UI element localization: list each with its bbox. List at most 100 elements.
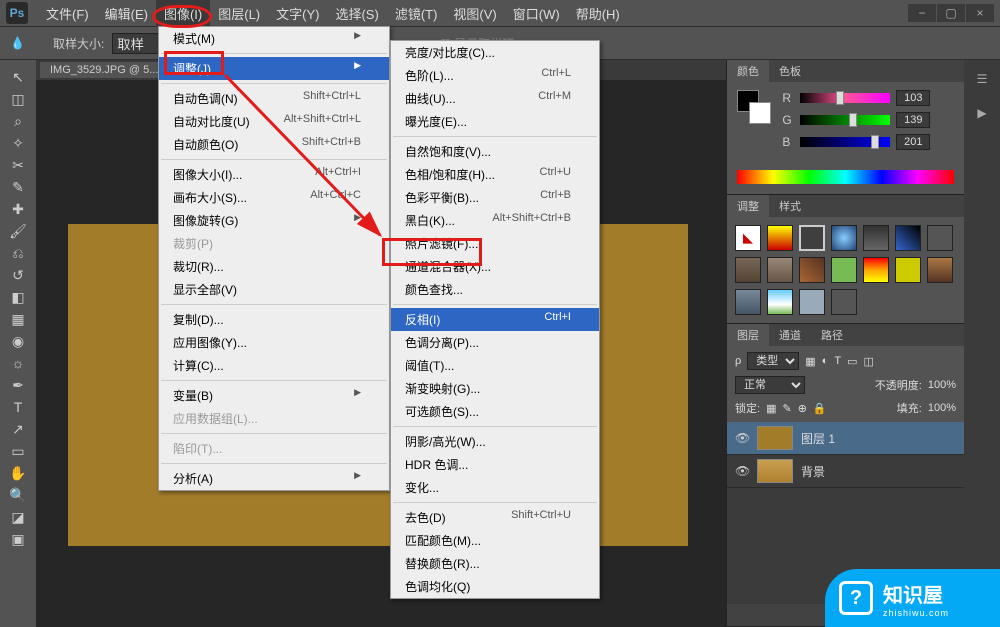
menu-7[interactable]: 视图(V) — [445, 0, 504, 27]
eraser-tool[interactable]: ◧ — [4, 286, 32, 308]
adj-icon[interactable] — [767, 257, 793, 283]
move-tool[interactable]: ↖ — [4, 66, 32, 88]
channel-value[interactable]: 201 — [896, 134, 930, 150]
document-tab[interactable]: IMG_3529.JPG @ 5... — [40, 62, 168, 78]
menu-item[interactable]: 阈值(T)... — [391, 354, 599, 377]
layer-row[interactable]: 👁 背景 — [727, 455, 964, 488]
adj-icon[interactable] — [799, 289, 825, 315]
menu-item[interactable]: 复制(D)... — [159, 308, 389, 331]
menu-item[interactable]: 自动对比度(U)Alt+Shift+Ctrl+L — [159, 110, 389, 133]
menu-item[interactable]: 计算(C)... — [159, 354, 389, 377]
color-swatch-tool[interactable]: ◪ — [4, 506, 32, 528]
menu-item[interactable]: 替换颜色(R)... — [391, 552, 599, 575]
zoom-tool[interactable]: 🔍 — [4, 484, 32, 506]
menu-item[interactable]: 阴影/高光(W)... — [391, 430, 599, 453]
shape-tool[interactable]: ▭ — [4, 440, 32, 462]
tab-layers[interactable]: 图层 — [727, 324, 769, 346]
menu-item[interactable]: 调整(J) — [159, 57, 389, 80]
menu-item[interactable]: 曝光度(E)... — [391, 110, 599, 133]
tab-adjustments[interactable]: 调整 — [727, 195, 769, 217]
adj-icon[interactable] — [831, 257, 857, 283]
visibility-icon[interactable]: 👁 — [735, 431, 749, 445]
menu-item[interactable]: 匹配颜色(M)... — [391, 529, 599, 552]
color-swatches[interactable] — [737, 90, 771, 124]
menu-item[interactable]: 亮度/对比度(C)... — [391, 41, 599, 64]
adj-icon[interactable] — [895, 225, 921, 251]
menu-9[interactable]: 帮助(H) — [568, 0, 628, 27]
menu-2[interactable]: 图像(I) — [156, 0, 210, 27]
menu-0[interactable]: 文件(F) — [38, 0, 97, 27]
adj-icon[interactable] — [735, 257, 761, 283]
menu-5[interactable]: 选择(S) — [327, 0, 386, 27]
menu-item[interactable]: 渐变映射(G)... — [391, 377, 599, 400]
adj-icon[interactable] — [799, 257, 825, 283]
pen-tool[interactable]: ✒ — [4, 374, 32, 396]
filter-icon[interactable]: ◐ — [822, 355, 829, 367]
menu-item[interactable]: 色调均化(Q) — [391, 575, 599, 598]
tab-swatches[interactable]: 色板 — [769, 60, 811, 82]
visibility-icon[interactable]: 👁 — [735, 464, 749, 478]
menu-item[interactable]: 画布大小(S)...Alt+Ctrl+C — [159, 186, 389, 209]
menu-item[interactable]: 应用图像(Y)... — [159, 331, 389, 354]
adj-icon[interactable] — [831, 289, 857, 315]
menu-item[interactable]: 自动色调(N)Shift+Ctrl+L — [159, 87, 389, 110]
fill-value[interactable]: 100% — [928, 402, 956, 414]
wand-tool[interactable]: ✧ — [4, 132, 32, 154]
color-slider[interactable] — [800, 115, 890, 125]
dock-play-icon[interactable]: ▶ — [971, 104, 993, 122]
marquee-tool[interactable]: ◫ — [4, 88, 32, 110]
menu-item[interactable]: 分析(A) — [159, 467, 389, 490]
color-slider[interactable] — [800, 93, 890, 103]
blend-mode[interactable]: 正常 — [735, 376, 805, 394]
tab-styles[interactable]: 样式 — [769, 195, 811, 217]
healing-tool[interactable]: ✚ — [4, 198, 32, 220]
menu-1[interactable]: 编辑(E) — [97, 0, 156, 27]
tab-color[interactable]: 颜色 — [727, 60, 769, 82]
adj-icon[interactable] — [831, 225, 857, 251]
menu-item[interactable]: 图像旋转(G) — [159, 209, 389, 232]
type-tool[interactable]: T — [4, 396, 32, 418]
path-tool[interactable]: ↗ — [4, 418, 32, 440]
gradient-tool[interactable]: ▦ — [4, 308, 32, 330]
menu-item[interactable]: 通道混合器(X)... — [391, 255, 599, 278]
adj-icon[interactable] — [799, 225, 825, 251]
filter-icon[interactable]: ◫ — [863, 355, 873, 368]
menu-item[interactable]: 图像大小(I)...Alt+Ctrl+I — [159, 163, 389, 186]
adj-icon[interactable] — [927, 225, 953, 251]
lock-icon[interactable]: ⊕ — [798, 402, 807, 415]
tab-paths[interactable]: 路径 — [811, 324, 853, 346]
background-swatch[interactable] — [749, 102, 771, 124]
blur-tool[interactable]: ◉ — [4, 330, 32, 352]
color-spectrum[interactable] — [737, 170, 954, 184]
menu-4[interactable]: 文字(Y) — [268, 0, 327, 27]
lasso-tool[interactable]: ⌕ — [4, 110, 32, 132]
menu-item[interactable]: 色调分离(P)... — [391, 331, 599, 354]
menu-item[interactable]: 色阶(L)...Ctrl+L — [391, 64, 599, 87]
stamp-tool[interactable]: ⎌ — [4, 242, 32, 264]
menu-item[interactable]: 自动颜色(O)Shift+Ctrl+B — [159, 133, 389, 156]
lock-icon[interactable]: ✎ — [782, 402, 791, 415]
menu-item[interactable]: 模式(M) — [159, 27, 389, 50]
menu-item[interactable]: 颜色查找... — [391, 278, 599, 301]
filter-icon[interactable]: T — [834, 355, 841, 367]
menu-item[interactable]: 变量(B) — [159, 384, 389, 407]
brush-tool[interactable]: 🖌 — [4, 220, 32, 242]
adj-icon[interactable] — [927, 257, 953, 283]
maximize-button[interactable]: ▢ — [937, 4, 965, 22]
menu-item[interactable]: 显示全部(V) — [159, 278, 389, 301]
adj-icon[interactable] — [863, 225, 889, 251]
adj-icon[interactable] — [767, 225, 793, 251]
menu-item[interactable]: 黑白(K)...Alt+Shift+Ctrl+B — [391, 209, 599, 232]
filter-icon[interactable]: ▦ — [805, 355, 815, 368]
menu-item[interactable]: 可选颜色(S)... — [391, 400, 599, 423]
menu-6[interactable]: 滤镜(T) — [387, 0, 446, 27]
menu-item[interactable]: 去色(D)Shift+Ctrl+U — [391, 506, 599, 529]
dock-brush-icon[interactable]: ☰ — [971, 70, 993, 88]
adj-icon[interactable] — [863, 257, 889, 283]
adj-icon[interactable] — [895, 257, 921, 283]
menu-item[interactable]: 自然饱和度(V)... — [391, 140, 599, 163]
hand-tool[interactable]: ✋ — [4, 462, 32, 484]
dodge-tool[interactable]: ☼ — [4, 352, 32, 374]
tab-channels[interactable]: 通道 — [769, 324, 811, 346]
eyedropper-tool[interactable]: ✎ — [4, 176, 32, 198]
